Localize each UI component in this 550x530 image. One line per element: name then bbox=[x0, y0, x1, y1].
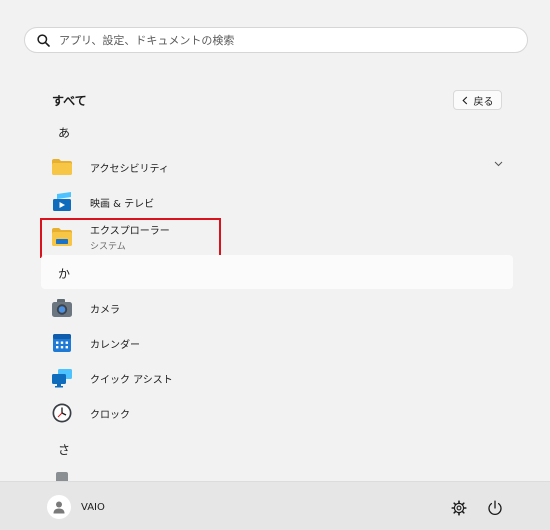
app-name: カレンダー bbox=[90, 339, 140, 351]
avatar bbox=[47, 495, 71, 519]
app-name: 映画 & テレビ bbox=[90, 198, 155, 210]
movies-tv-icon bbox=[51, 191, 73, 213]
app-item-quick-assist[interactable]: クイック アシスト bbox=[41, 361, 513, 395]
app-name: エクスプローラー bbox=[90, 226, 170, 237]
calendar-icon bbox=[51, 332, 73, 354]
user-icon bbox=[53, 501, 65, 514]
start-footer: VAIO bbox=[0, 481, 550, 530]
app-item-camera[interactable]: カメラ bbox=[41, 291, 513, 325]
clock-icon bbox=[51, 402, 73, 424]
power-button[interactable] bbox=[487, 500, 503, 520]
user-account-button[interactable]: VAIO bbox=[47, 495, 105, 519]
app-name: アクセシビリティ bbox=[90, 163, 169, 175]
app-item-movies-tv[interactable]: 映画 & テレビ bbox=[41, 185, 513, 219]
all-apps-title: すべて bbox=[52, 94, 87, 108]
app-item-accessibility[interactable]: アクセシビリティ bbox=[41, 150, 513, 184]
chevron-down-icon[interactable] bbox=[494, 161, 503, 167]
camera-icon bbox=[51, 297, 73, 319]
app-item-clock[interactable]: クロック bbox=[41, 396, 513, 430]
app-name: クイック アシスト bbox=[90, 374, 173, 386]
section-row-ka[interactable] bbox=[41, 255, 513, 289]
app-name: クロック bbox=[90, 409, 130, 421]
back-label: 戻る bbox=[473, 96, 494, 108]
quick-assist-icon bbox=[51, 367, 73, 389]
power-icon bbox=[488, 500, 502, 515]
file-explorer-icon bbox=[51, 226, 73, 248]
app-name: カメラ bbox=[90, 304, 120, 316]
partial-app-icon bbox=[56, 472, 68, 481]
settings-button[interactable] bbox=[451, 500, 467, 520]
gear-icon bbox=[451, 500, 467, 516]
search-box[interactable] bbox=[24, 27, 528, 53]
app-item-file-explorer[interactable]: エクスプローラー システム bbox=[41, 220, 513, 254]
chevron-left-icon bbox=[461, 96, 467, 104]
user-name: VAIO bbox=[81, 501, 105, 513]
search-icon bbox=[37, 33, 50, 47]
section-letter-sa[interactable]: さ bbox=[58, 441, 70, 458]
section-letter-ka[interactable]: か bbox=[58, 265, 70, 282]
folder-icon bbox=[51, 156, 73, 178]
back-button[interactable]: 戻る bbox=[453, 90, 502, 110]
section-letter-a[interactable]: あ bbox=[58, 124, 70, 141]
app-item-calendar[interactable]: カレンダー bbox=[41, 326, 513, 360]
search-input[interactable] bbox=[57, 32, 481, 48]
app-subtitle: システム bbox=[90, 242, 126, 252]
